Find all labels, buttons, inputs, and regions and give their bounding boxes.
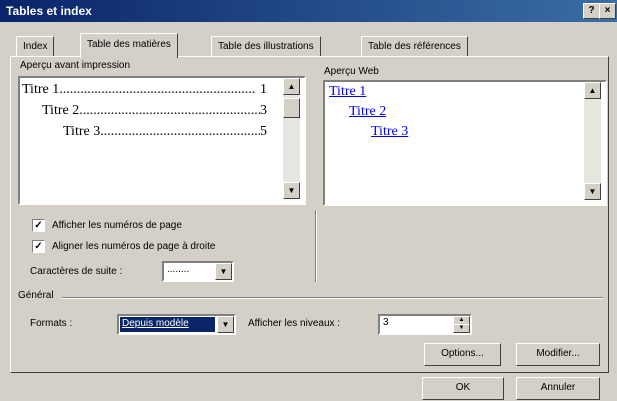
align-right-label: Aligner les numéros de page à droite [52,241,216,252]
print-preview-box: Titre 1 ................................… [18,76,306,205]
web-link-titre-3[interactable]: Titre 3 [371,124,408,140]
title-bar [0,0,617,22]
general-groove [62,297,603,299]
cancel-button[interactable]: Annuler [516,377,600,400]
scroll-down-icon[interactable]: ▼ [584,183,601,200]
web-preview-box: Titre 1 Titre 2 Titre 3 ▲ ▼ [323,80,607,206]
show-page-numbers-checkbox[interactable]: ✓ [32,219,45,232]
help-button[interactable]: ? [583,3,600,19]
web-preview-scrollbar[interactable]: ▲ ▼ [584,82,601,200]
scroll-up-icon[interactable]: ▲ [283,78,300,95]
tab-table-des-matieres[interactable]: Table des matières [80,33,178,58]
vertical-separator [315,210,317,282]
toc-line-1: Titre 1 ................................… [22,82,267,97]
formats-select[interactable]: Depuis modèle ▼ [117,314,236,335]
formats-value: Depuis modèle [122,318,189,329]
show-page-numbers-label: Afficher les numéros de page [52,220,182,231]
formats-label: Formats : [30,318,73,329]
spin-down-icon[interactable]: ▼ [453,324,470,333]
close-button[interactable]: × [599,3,616,19]
web-link-titre-1[interactable]: Titre 1 [329,84,366,100]
leader-value: ........ [167,264,190,275]
levels-label: Afficher les niveaux : [248,318,341,329]
align-right-checkbox[interactable]: ✓ [32,240,45,253]
ok-button[interactable]: OK [422,377,504,400]
toc-line-3: Titre 3 ................................… [63,124,267,139]
levels-spinner[interactable]: 3 ▲ ▼ [378,314,472,335]
options-button[interactable]: Options... [424,343,501,366]
tab-index[interactable]: Index [16,36,55,57]
levels-value: 3 [383,317,389,328]
leader-label: Caractères de suite : [30,266,123,277]
web-preview-label: Aperçu Web [324,66,379,77]
scroll-thumb[interactable] [283,98,300,118]
leader-select[interactable]: ........ ▼ [162,261,234,282]
tab-table-des-references[interactable]: Table des références [361,36,468,57]
modify-button[interactable]: Modifier... [516,343,600,366]
tab-table-des-illustrations[interactable]: Table des illustrations [211,36,321,57]
scroll-up-icon[interactable]: ▲ [584,82,601,99]
window-title: Tables et index [6,4,92,18]
print-preview-label: Aperçu avant impression [20,60,131,71]
web-link-titre-2[interactable]: Titre 2 [349,104,386,120]
print-preview-scrollbar[interactable]: ▲ ▼ [283,78,300,199]
chevron-down-icon[interactable]: ▼ [217,316,234,333]
chevron-down-icon[interactable]: ▼ [215,263,232,280]
general-group-label: Général [18,290,54,301]
toc-line-2: Titre 2 ................................… [42,103,267,118]
scroll-down-icon[interactable]: ▼ [283,182,300,199]
